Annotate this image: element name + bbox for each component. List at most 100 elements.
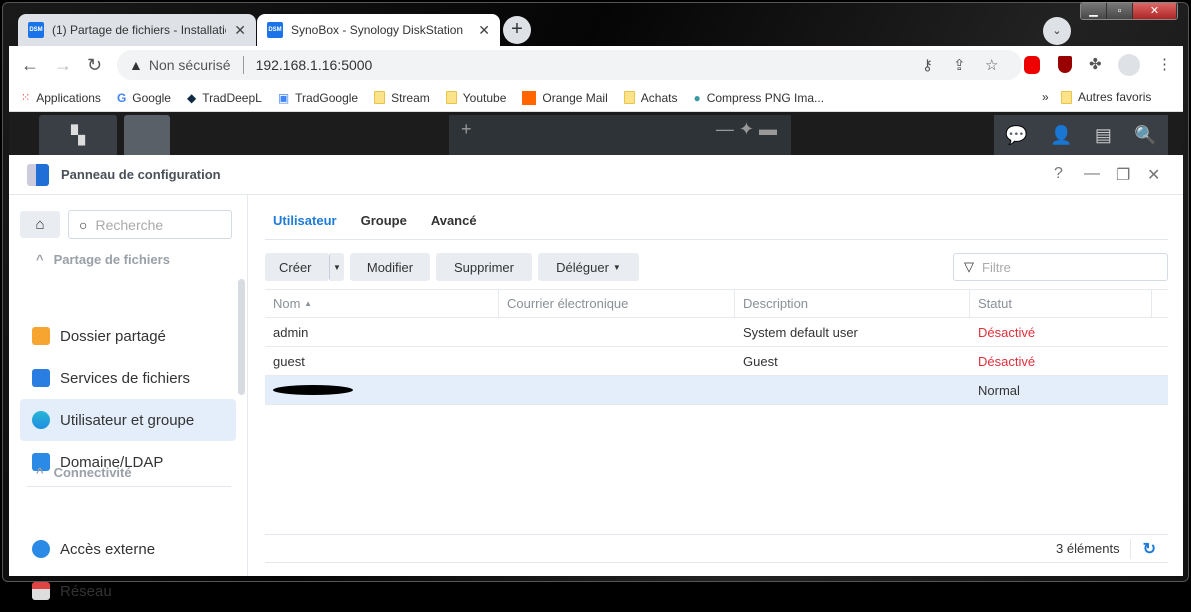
control-panel-icon xyxy=(27,164,49,186)
minimize-window-button[interactable]: ▁ xyxy=(1081,3,1107,19)
cell-status: Désactivé xyxy=(978,324,1036,340)
cell-status: Désactivé xyxy=(978,353,1036,369)
search-input[interactable]: ○ Recherche xyxy=(68,210,232,239)
column-courrier[interactable]: Courrier électronique xyxy=(499,290,735,317)
bookmark-label: Applications xyxy=(36,90,101,105)
sidebar-item-services-de-fichiers[interactable]: Services de fichiers xyxy=(20,357,236,399)
widgets-icon[interactable]: ▤ xyxy=(1095,125,1112,146)
chat-icon[interactable]: 💬 xyxy=(1005,125,1027,146)
extensions-icon[interactable]: ✤ xyxy=(1089,55,1102,73)
external-access-icon xyxy=(32,540,50,558)
maximize-window-button[interactable]: ▫ xyxy=(1107,3,1133,19)
cell-email xyxy=(499,347,735,375)
more-bookmarks-icon[interactable]: » xyxy=(1042,90,1049,104)
translate-icon: ▣ xyxy=(277,90,290,105)
add-widget-icon[interactable]: + xyxy=(461,119,472,139)
forward-icon[interactable]: → xyxy=(54,55,72,76)
modify-button[interactable]: Modifier xyxy=(350,253,430,281)
bookmark-tradeepl[interactable]: ◆ TradDeepL xyxy=(187,91,262,105)
tab-title: (1) Partage de fichiers - Installatio xyxy=(52,23,227,37)
cell-name-redacted xyxy=(265,376,499,404)
delete-button[interactable]: Supprimer xyxy=(436,253,532,281)
home-button[interactable]: ⌂ xyxy=(20,211,60,238)
key-icon[interactable]: ⚷ xyxy=(922,56,933,74)
bookmark-stream[interactable]: Stream xyxy=(374,91,430,105)
refresh-icon[interactable]: ↻ xyxy=(1143,539,1156,559)
delegate-button[interactable]: Déléguer ▼ xyxy=(538,253,639,281)
cell-name: guest xyxy=(273,353,305,369)
close-tab-icon[interactable]: ✕ xyxy=(234,22,246,39)
browser-tab-1[interactable]: DSM (1) Partage de fichiers - Installati… xyxy=(18,14,256,46)
sidebar-item-dossier-partage[interactable]: Dossier partagé xyxy=(20,315,236,357)
cell-email xyxy=(499,376,735,404)
close-tab-icon[interactable]: ✕ xyxy=(478,22,490,39)
create-button[interactable]: Créer xyxy=(265,253,329,281)
button-label: Modifier xyxy=(366,259,414,275)
control-panel-window: Panneau de configuration ? — ❐ ✕ ⌂ ○ Rech… xyxy=(9,155,1183,600)
share-icon[interactable]: ⇪ xyxy=(953,56,966,74)
panda-icon: ● xyxy=(693,90,701,105)
minimize-icon[interactable]: — xyxy=(1084,165,1100,183)
control-panel-taskbar-icon[interactable] xyxy=(124,115,170,155)
sidebar-scrollbar[interactable] xyxy=(238,279,245,395)
chevron-up-icon: ^ xyxy=(36,465,44,480)
tab-divider xyxy=(265,239,1168,240)
column-statut[interactable]: Statut xyxy=(970,290,1152,317)
tab-avance[interactable]: Avancé xyxy=(431,213,477,228)
button-label: Supprimer xyxy=(454,259,514,275)
caret-down-icon: ▼ xyxy=(612,262,621,272)
close-icon[interactable]: ✕ xyxy=(1147,165,1160,185)
search-icon[interactable]: 🔍 xyxy=(1134,125,1156,146)
sidebar-item-acces-externe[interactable]: Accès externe xyxy=(20,528,236,570)
user-icon[interactable]: 👤 xyxy=(1050,125,1072,146)
search-placeholder: Recherche xyxy=(95,216,164,233)
create-dropdown-button[interactable]: ▼ xyxy=(329,253,344,281)
bookmark-applications[interactable]: ⁙ Applications xyxy=(21,91,101,105)
dsm-taskbar: ▚ + — ✦ ▬ 💬 👤 ▤ 🔍 xyxy=(9,112,1183,155)
table-row[interactable]: admin System default user Désactivé xyxy=(265,318,1168,347)
bookmark-compress-png[interactable]: ● Compress PNG Ima... xyxy=(693,91,824,105)
redaction-mark xyxy=(273,385,353,395)
column-label: Nom xyxy=(273,296,301,311)
filter-input[interactable]: ▽ Filtre xyxy=(953,253,1168,281)
tab-utilisateur[interactable]: Utilisateur xyxy=(273,213,337,228)
bookmark-youtube[interactable]: Youtube xyxy=(445,91,506,105)
sidebar-item-label: Dossier partagé xyxy=(60,327,166,345)
column-nom[interactable]: Nom ▲ xyxy=(265,290,499,317)
main-menu-icon[interactable]: ▚ xyxy=(39,115,117,155)
help-icon[interactable]: ? xyxy=(1054,165,1063,183)
bookmark-google[interactable]: G Google xyxy=(117,91,171,105)
column-description[interactable]: Description xyxy=(735,290,970,317)
bookmark-other[interactable]: Autres favoris xyxy=(1061,90,1151,104)
group-connectivite[interactable]: ^ Connectivité xyxy=(36,465,132,480)
bookmark-label: Google xyxy=(132,90,171,105)
bookmark-label: Compress PNG Ima... xyxy=(706,90,825,105)
browser-tab-2[interactable]: DSM SynoBox - Synology DiskStation ✕ xyxy=(257,14,500,46)
tab-groupe[interactable]: Groupe xyxy=(361,213,407,228)
new-tab-button[interactable]: + xyxy=(503,16,531,44)
bookmark-orange-mail[interactable]: Orange Mail xyxy=(522,90,608,105)
bookmark-tradgoogle[interactable]: ▣ TradGoogle xyxy=(278,91,358,105)
reload-icon[interactable]: ↻ xyxy=(87,55,102,76)
menu-icon[interactable]: ⋮ xyxy=(1157,55,1172,73)
widget-controls-icon[interactable]: — ✦ ▬ xyxy=(716,119,777,140)
table-row[interactable]: guest Guest Désactivé xyxy=(265,347,1168,376)
ublock-icon[interactable] xyxy=(1058,56,1072,73)
url-text: 192.168.1.16:5000 xyxy=(255,57,373,73)
table-row-selected[interactable]: Normal xyxy=(265,376,1168,405)
sidebar-item-reseau[interactable]: Réseau xyxy=(20,570,236,612)
back-icon[interactable]: ← xyxy=(21,55,39,76)
address-bar[interactable]: ▲ Non sécurisé 192.168.1.16:5000 ⚷ ⇪ ☆ xyxy=(117,50,1022,80)
profile-icon[interactable] xyxy=(1118,54,1140,76)
tab-search-button[interactable]: ⌄ xyxy=(1043,17,1071,45)
file-services-icon xyxy=(32,369,50,387)
sidebar-item-utilisateur-et-groupe[interactable]: Utilisateur et groupe xyxy=(20,399,236,441)
star-icon[interactable]: ☆ xyxy=(985,56,998,74)
bookmark-achats[interactable]: Achats xyxy=(623,91,677,105)
folder-icon xyxy=(1061,90,1072,104)
adblock-icon[interactable] xyxy=(1024,56,1040,74)
group-partage-de-fichiers[interactable]: ^ Partage de fichiers xyxy=(36,252,170,267)
close-window-button[interactable]: ✕ xyxy=(1133,3,1177,19)
cell-description: Guest xyxy=(743,353,778,369)
restore-icon[interactable]: ❐ xyxy=(1116,165,1130,185)
